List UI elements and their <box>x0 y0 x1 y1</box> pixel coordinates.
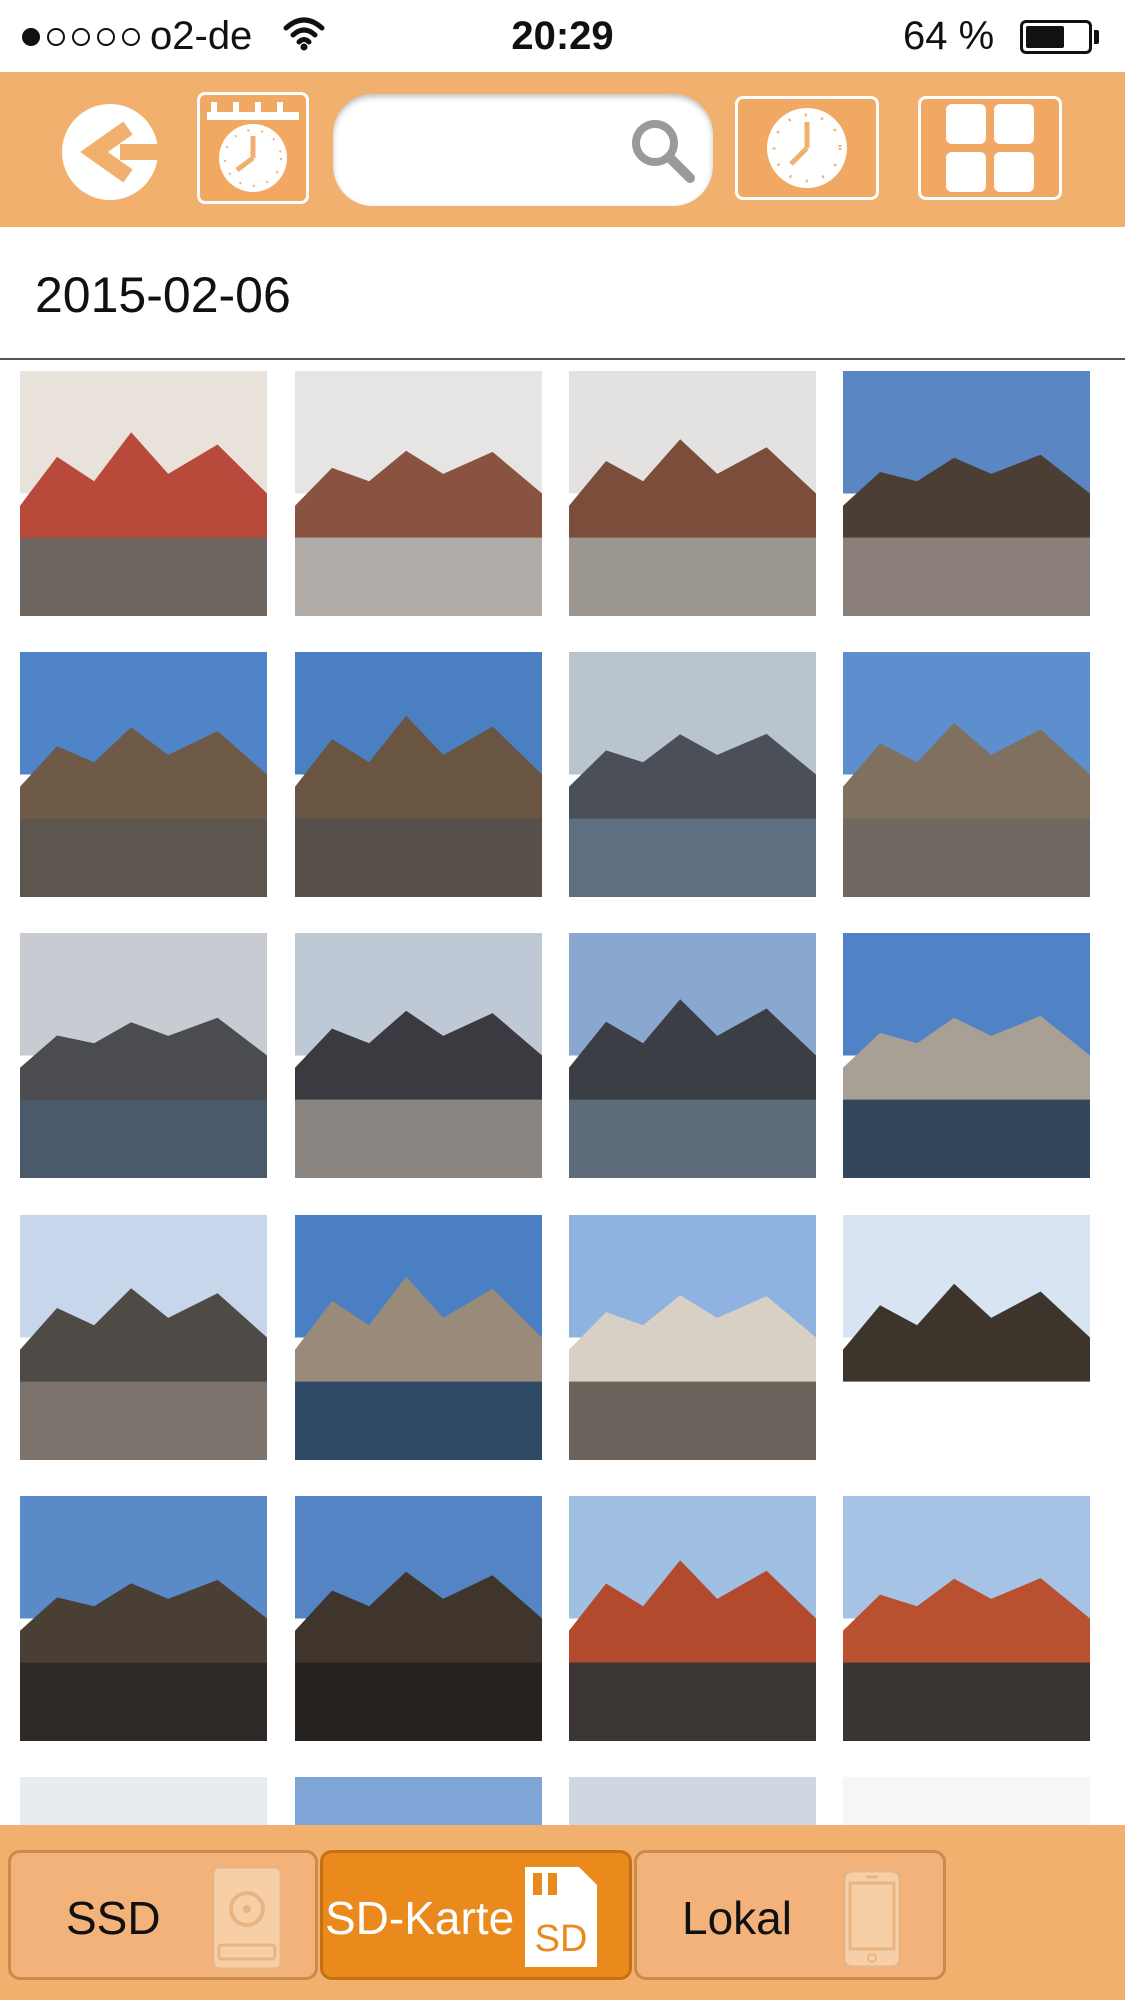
time-sort-button[interactable] <box>735 96 879 200</box>
photo-thumbnail-cage-sculpture-upside-down[interactable] <box>295 371 542 616</box>
photo-thumbnail-partial-4[interactable] <box>843 1777 1090 1825</box>
photo-thumbnail-bridge-statues-1[interactable] <box>843 371 1090 616</box>
calendar-date-button[interactable] <box>197 92 309 204</box>
app-screen: o2-de 20:29 64 % 2015-02-06 SSD SD-Karte… <box>0 0 1125 2000</box>
date-section-header: 2015-02-06 <box>0 228 1125 360</box>
photo-thumbnail-river-bridge[interactable] <box>20 933 267 1178</box>
search-input[interactable] <box>363 124 627 176</box>
bottom-tab-bar: SSD SD-Karte SD Lokal <box>0 1825 1125 2000</box>
photo-thumbnail-tower-from-below[interactable] <box>843 1215 1090 1460</box>
sd-card-icon: SD <box>521 1863 601 1976</box>
photo-thumbnail-partial-3[interactable] <box>569 1777 816 1825</box>
battery-icon <box>1020 20 1092 54</box>
calendar-clock-icon <box>207 102 299 192</box>
photo-thumbnail-river-boat[interactable] <box>569 652 816 897</box>
grid-icon <box>946 104 1034 192</box>
photo-thumbnail-crowd-bridge[interactable] <box>295 933 542 1178</box>
photo-thumbnail-tower-street-2[interactable] <box>295 1496 542 1741</box>
toolbar <box>0 72 1125 227</box>
phone-icon <box>842 1869 902 1974</box>
status-bar: o2-de 20:29 64 % <box>0 0 1125 72</box>
ssd-drive-icon <box>211 1865 283 1976</box>
photo-grid[interactable] <box>0 360 1125 1825</box>
photo-thumbnail-bridge-tower-2[interactable] <box>295 652 542 897</box>
search-field[interactable] <box>333 94 713 206</box>
photo-thumbnail-partial-1[interactable] <box>20 1777 267 1825</box>
tab-ssd-label: SSD <box>66 1892 161 1944</box>
tab-ssd[interactable]: SSD <box>8 1850 318 1980</box>
tab-lokal-label: Lokal <box>682 1892 792 1944</box>
photo-thumbnail-red-building-church-1[interactable] <box>569 1496 816 1741</box>
photo-thumbnail-river-sun[interactable] <box>569 933 816 1178</box>
photo-thumbnail-castle-view[interactable] <box>843 933 1090 1178</box>
tab-sd-karte[interactable]: SD-Karte SD <box>320 1850 632 1980</box>
photo-thumbnail-castle-river[interactable] <box>295 1215 542 1460</box>
search-icon[interactable] <box>628 116 698 191</box>
photo-thumbnail-graffiti-wall[interactable] <box>20 371 267 616</box>
photo-thumbnail-church-facade[interactable] <box>569 1215 816 1460</box>
tab-lokal[interactable]: Lokal <box>634 1850 946 1980</box>
photo-thumbnail-bridge-tower-1[interactable] <box>20 652 267 897</box>
photo-thumbnail-tower-street-1[interactable] <box>20 1496 267 1741</box>
back-arrow-icon <box>62 104 170 200</box>
photo-thumbnail-cage-sculpture-tilted[interactable] <box>569 371 816 616</box>
back-button[interactable] <box>58 100 170 205</box>
battery-percent: 64 % <box>903 14 995 58</box>
date-label: 2015-02-06 <box>35 267 291 323</box>
photo-thumbnail-bridge-walkers[interactable] <box>20 1215 267 1460</box>
grid-view-button[interactable] <box>918 96 1062 200</box>
clock-icon <box>767 108 847 188</box>
photo-thumbnail-red-building-church-2[interactable] <box>843 1496 1090 1741</box>
photo-thumbnail-bridge-dome[interactable] <box>843 652 1090 897</box>
svg-text:SD: SD <box>535 1918 588 1960</box>
tab-sd-karte-label: SD-Karte <box>325 1892 515 1944</box>
photo-thumbnail-partial-2[interactable] <box>295 1777 542 1825</box>
